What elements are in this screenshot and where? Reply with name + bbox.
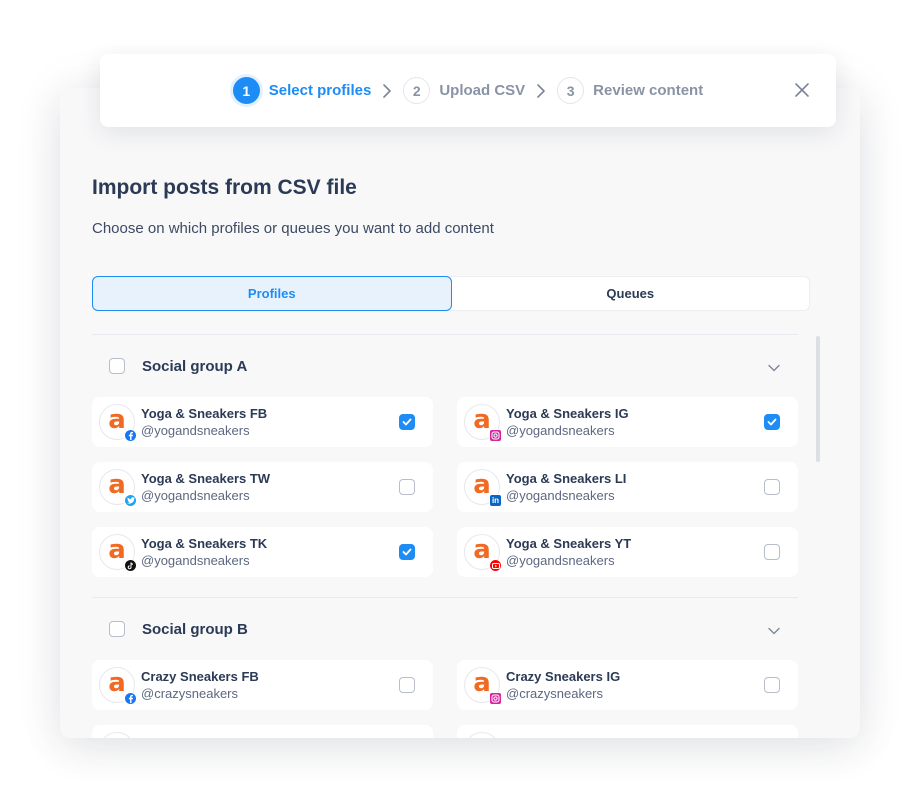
profile-handle: @yogandsneakers xyxy=(141,553,250,568)
avatar: a xyxy=(464,404,502,442)
step-label: Select profiles xyxy=(268,82,372,99)
scrollbar[interactable] xyxy=(816,336,820,462)
avatar-logo-icon: a xyxy=(473,535,491,565)
profile-grid: a Yoga & Sneakers FB @yogandsneakers a Yoga … xyxy=(92,397,798,597)
avatar: a xyxy=(99,404,137,442)
step-1[interactable]: 1 Select profiles xyxy=(232,77,372,104)
profile-name: Crazy Sneakers IG xyxy=(506,669,621,684)
tab-queues[interactable]: Queues xyxy=(452,277,810,310)
profile-handle: @yogandsneakers xyxy=(506,488,615,503)
avatar: a xyxy=(99,667,137,705)
avatar-logo-icon: a xyxy=(108,735,126,738)
chevron-down-icon[interactable] xyxy=(768,622,780,640)
chevron-right-icon xyxy=(383,83,392,98)
avatar: a xyxy=(99,534,137,572)
group-header[interactable]: Social group B xyxy=(92,598,798,660)
instagram-icon xyxy=(489,429,502,442)
profile-handle: @yogandsneakers xyxy=(141,423,250,438)
profile-name: Yoga & Sneakers TK xyxy=(141,536,268,551)
profile-card[interactable]: a xyxy=(92,725,433,738)
profile-handle: @crazysneakers xyxy=(141,686,239,701)
group-header[interactable]: Social group A xyxy=(92,335,798,397)
close-button[interactable] xyxy=(790,78,814,102)
step-3[interactable]: 3 Review content xyxy=(557,77,703,104)
close-icon xyxy=(795,83,809,97)
profile-name: Yoga & Sneakers YT xyxy=(506,536,632,551)
profile-grid: a Crazy Sneakers FB @crazysneakers a Crazy S… xyxy=(92,660,798,738)
avatar-logo-icon: a xyxy=(473,735,491,738)
profile-name: Yoga & Sneakers IG xyxy=(506,406,629,421)
step-label: Review content xyxy=(593,82,704,99)
profile-card[interactable]: a Crazy Sneakers FB @crazysneakers xyxy=(92,660,433,710)
facebook-icon xyxy=(124,429,137,442)
profile-name: Yoga & Sneakers LI xyxy=(506,471,627,486)
group-checkbox[interactable] xyxy=(109,358,125,374)
stepper: 1 Select profiles 2 Upload CSV 3 Review conte… xyxy=(100,54,836,127)
profile-name: Yoga & Sneakers TW xyxy=(141,471,271,486)
profile-checkbox[interactable] xyxy=(399,479,415,495)
avatar-logo-icon: a xyxy=(473,668,491,698)
step-label: Upload CSV xyxy=(439,82,526,99)
profile-card[interactable]: a Yoga & Sneakers FB @yogandsneakers xyxy=(92,397,433,447)
import-dialog: Import posts from CSV file Choose on whi… xyxy=(60,88,860,738)
avatar-logo-icon: a xyxy=(108,535,126,565)
profile-checkbox[interactable] xyxy=(764,544,780,560)
chevron-down-icon[interactable] xyxy=(768,359,780,377)
page-title: Import posts from CSV file xyxy=(92,176,357,199)
avatar-logo-icon: a xyxy=(108,470,126,500)
profile-card[interactable]: a in Yoga & Sneakers LI @yogandsneakers xyxy=(457,462,798,512)
profile-card[interactable]: a Crazy Sneakers IG @crazysneakers xyxy=(457,660,798,710)
tiktok-icon xyxy=(124,559,137,572)
profile-handle: @yogandsneakers xyxy=(506,553,615,568)
avatar: a xyxy=(464,534,502,572)
linkedin-icon: in xyxy=(489,494,502,507)
step-number: 1 xyxy=(232,77,260,104)
avatar-logo-icon: a xyxy=(108,405,126,435)
facebook-icon xyxy=(124,692,137,705)
profile-card[interactable]: a xyxy=(457,725,798,738)
avatar-logo-icon: a xyxy=(473,405,491,435)
chevron-right-icon xyxy=(537,83,545,98)
profile-handle: @yogandsneakers xyxy=(141,488,250,503)
avatar: a xyxy=(464,732,500,738)
group-name: Social group B xyxy=(142,620,248,638)
profile-card[interactable]: a Yoga & Sneakers IG @yogandsneakers xyxy=(457,397,798,447)
avatar-logo-icon: a xyxy=(473,470,491,500)
step-2[interactable]: 2 Upload CSV xyxy=(403,77,525,104)
step-number: 2 xyxy=(403,77,431,104)
profile-checkbox[interactable] xyxy=(764,414,780,430)
twitter-icon xyxy=(124,494,137,507)
tab-profiles[interactable]: Profiles xyxy=(92,276,452,311)
profile-handle: @yogandsneakers xyxy=(506,423,615,438)
group-name: Social group A xyxy=(142,357,248,375)
profile-card[interactable]: a Yoga & Sneakers TK @yogandsneakers xyxy=(92,527,433,577)
avatar: a in xyxy=(464,469,502,507)
profile-checkbox[interactable] xyxy=(764,677,780,693)
avatar: a xyxy=(464,667,502,705)
profile-card[interactable]: a Yoga & Sneakers TW @yogandsneakers xyxy=(92,462,433,512)
instagram-icon xyxy=(489,692,502,705)
step-number: 3 xyxy=(557,77,585,104)
profile-card[interactable]: a Yoga & Sneakers YT @yogandsneakers xyxy=(457,527,798,577)
avatar-logo-icon: a xyxy=(108,668,126,698)
profile-checkbox[interactable] xyxy=(399,544,415,560)
profile-list: Social group A a Yoga & Sneakers FB @yogand… xyxy=(92,334,798,738)
youtube-icon xyxy=(489,559,502,572)
profile-name: Crazy Sneakers FB xyxy=(141,669,259,684)
avatar: a xyxy=(99,469,137,507)
group-checkbox[interactable] xyxy=(109,621,125,637)
page-subtitle: Choose on which profiles or queues you w… xyxy=(92,220,494,237)
profile-checkbox[interactable] xyxy=(764,479,780,495)
profile-checkbox[interactable] xyxy=(399,414,415,430)
profile-name: Yoga & Sneakers FB xyxy=(141,406,268,421)
tab-bar: Profiles Queues xyxy=(92,276,810,311)
profile-handle: @crazysneakers xyxy=(506,686,604,701)
avatar: a xyxy=(99,732,135,738)
profile-checkbox[interactable] xyxy=(399,677,415,693)
